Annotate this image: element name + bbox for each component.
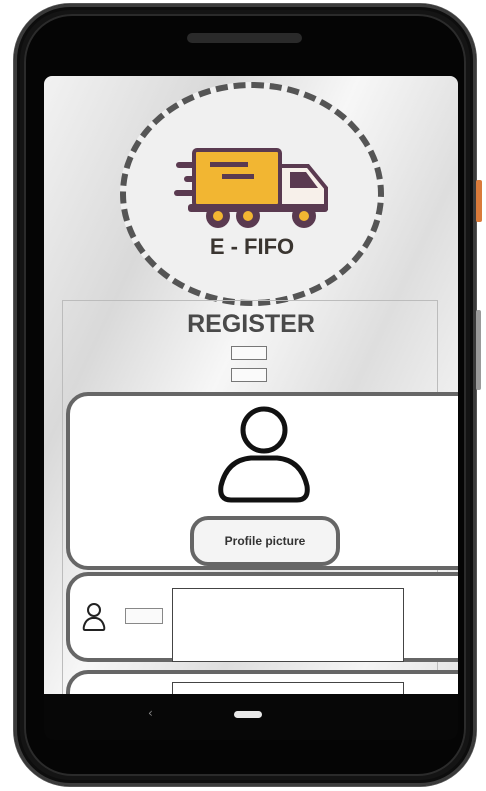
home-pill-icon[interactable] — [234, 711, 262, 718]
profile-picture-card: Profile picture — [66, 392, 458, 570]
earpiece-speaker — [187, 33, 302, 43]
form-field-card-1 — [66, 572, 458, 662]
logo-badge: E - FIFO — [120, 82, 384, 306]
android-navigation-bar: ‹ — [44, 694, 458, 740]
back-button[interactable]: ‹ — [148, 706, 153, 720]
profile-picture-button[interactable]: Profile picture — [190, 516, 340, 566]
power-button — [476, 180, 482, 222]
field-label — [125, 608, 163, 624]
truck-icon — [174, 148, 328, 228]
placeholder-field-2[interactable] — [231, 368, 267, 382]
person-outline-icon — [82, 603, 106, 631]
text-input-1[interactable] — [172, 588, 404, 662]
page-title: REGISTER — [187, 310, 315, 338]
form-field-card-2 — [66, 670, 458, 694]
placeholder-field-1[interactable] — [231, 346, 267, 360]
app-screen: E - FIFO REGISTER Profile picture — [44, 76, 458, 694]
text-input-2[interactable] — [172, 682, 404, 694]
logo-text: E - FIFO — [209, 234, 295, 259]
volume-button — [476, 310, 481, 390]
person-outline-icon — [218, 406, 310, 503]
